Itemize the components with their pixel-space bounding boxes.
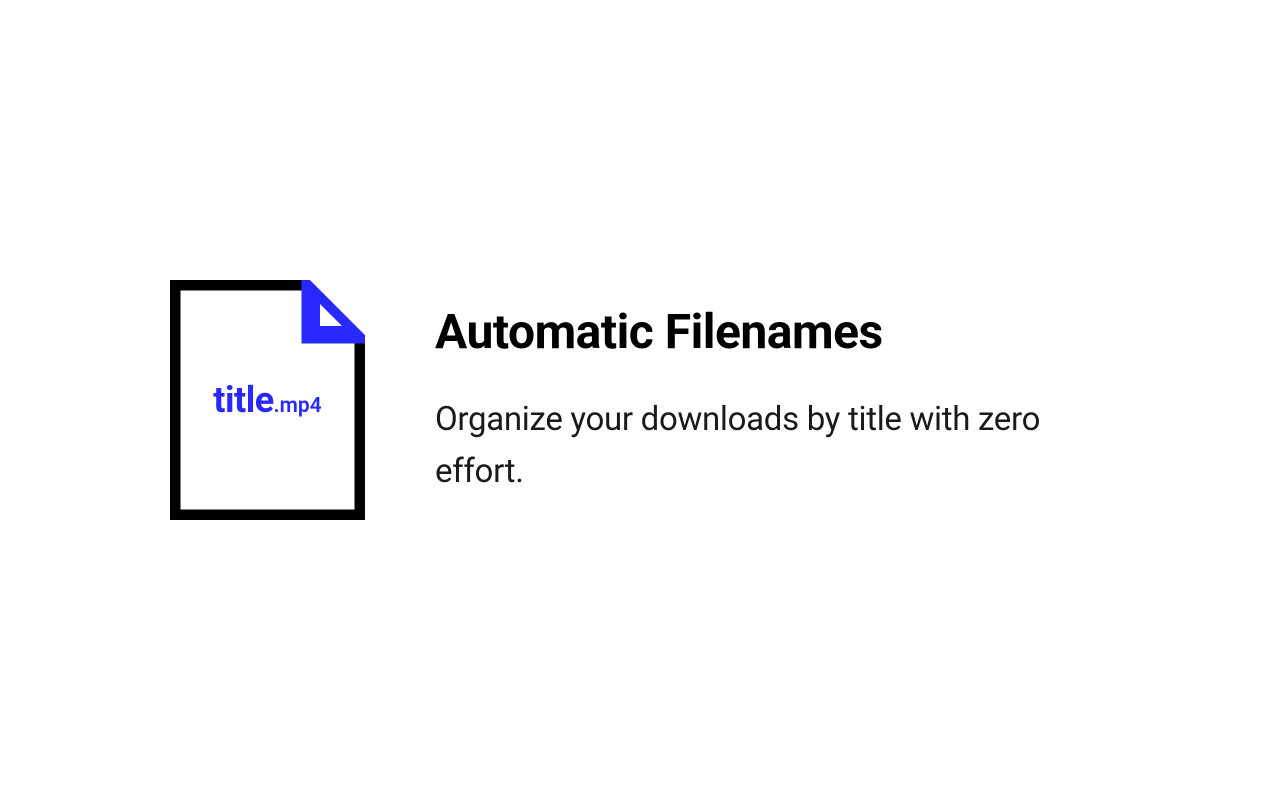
file-icon: title .mp4 bbox=[170, 280, 365, 520]
feature-description: Organize your downloads by title with ze… bbox=[435, 394, 1055, 496]
text-content: Automatic Filenames Organize your downlo… bbox=[435, 303, 1055, 496]
file-extension-text: .mp4 bbox=[274, 394, 322, 418]
file-label: title .mp4 bbox=[213, 379, 321, 421]
feature-card: title .mp4 Automatic Filenames Organize … bbox=[170, 280, 1055, 520]
feature-heading: Automatic Filenames bbox=[435, 303, 1055, 360]
file-title-text: title bbox=[213, 379, 273, 421]
